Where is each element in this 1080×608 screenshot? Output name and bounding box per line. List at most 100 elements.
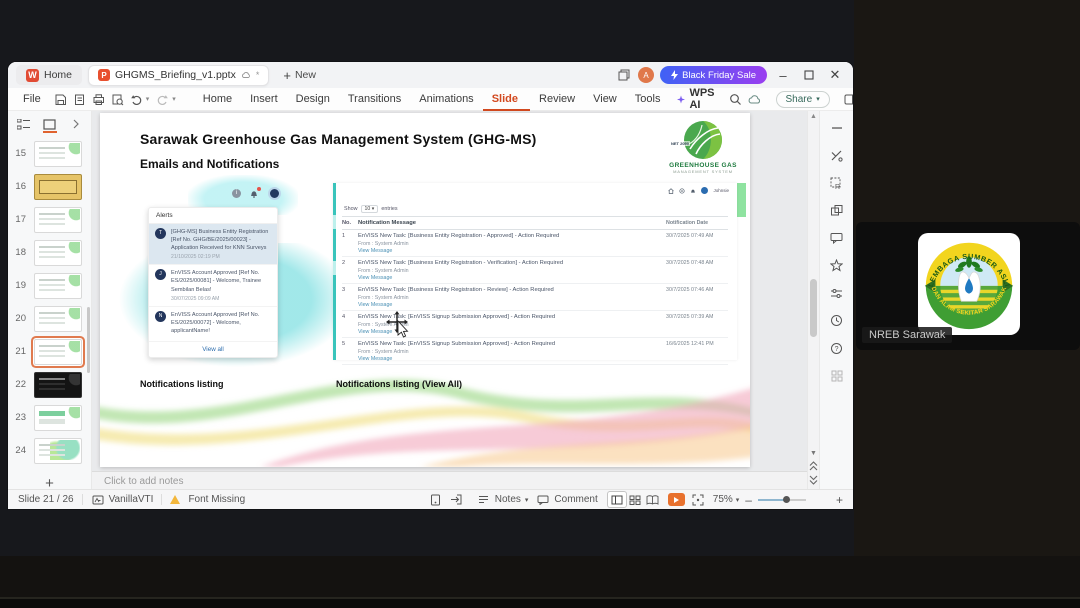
menu-item[interactable]: Design (287, 88, 339, 111)
slide-thumbnail-row[interactable]: 18 (8, 236, 91, 269)
menu-item[interactable]: Slide Show (483, 88, 530, 128)
next-slide-icon[interactable] (809, 475, 818, 485)
undo-icon[interactable] (130, 92, 143, 107)
wps-ai-menu[interactable]: WPS AI (669, 87, 725, 111)
task-window-icon[interactable] (429, 493, 443, 507)
share-button[interactable]: Share ▾ (775, 90, 830, 108)
slide-sorter-button[interactable] (626, 492, 644, 507)
star-icon[interactable] (830, 259, 844, 273)
window-boards-icon[interactable] (616, 67, 632, 83)
slide-thumbnail[interactable] (34, 239, 82, 266)
view-message-link: View Message (358, 275, 393, 281)
redo-icon[interactable] (156, 92, 169, 107)
comment-button[interactable]: Comment (536, 493, 598, 507)
slide-thumbnail-row[interactable]: 17 (8, 203, 91, 236)
slide-thumbnail[interactable] (34, 206, 82, 233)
zoom-level[interactable]: 75% (713, 494, 733, 505)
menu-item[interactable]: Animations (410, 88, 482, 111)
zoom-out-button[interactable]: – (745, 493, 752, 507)
zoom-slider-thumb[interactable] (782, 496, 790, 503)
menu-item[interactable]: Home (194, 88, 241, 111)
zoom-in-button[interactable]: + (836, 493, 843, 507)
print-preview-icon[interactable] (111, 92, 124, 107)
caption-notifications-view-all[interactable]: Notifications listing (View All) (336, 379, 462, 389)
slide-21[interactable]: Sarawak Greenhouse Gas Management System… (100, 113, 750, 467)
slide-thumbnail-row[interactable]: 21 (8, 335, 91, 368)
minimize-button[interactable]: – (773, 66, 793, 84)
slide-thumbnail[interactable] (34, 371, 82, 398)
caption-notifications-listing[interactable]: Notifications listing (140, 379, 224, 389)
sliders-icon[interactable] (830, 286, 844, 300)
previous-slide-icon[interactable] (809, 461, 818, 471)
slide-thumbnail[interactable] (34, 404, 82, 431)
account-avatar[interactable]: A (638, 67, 655, 83)
alerts-dropdown-mock: Alerts T [GHG-MS] Business Entity Regist… (148, 207, 278, 358)
slide-thumbnail-row[interactable]: 19 (8, 269, 91, 302)
cloud-save-icon[interactable] (748, 92, 763, 107)
menu-item[interactable]: Review (530, 88, 584, 111)
reading-view-button[interactable] (644, 492, 662, 507)
editing-canvas[interactable]: Sarawak Greenhouse Gas Management System… (92, 111, 807, 489)
scroll-up-icon[interactable]: ▲ (808, 113, 819, 120)
new-tab-button[interactable]: + New (275, 68, 324, 83)
slide-thumbnail-row[interactable]: 24 (8, 434, 91, 467)
comment-icon[interactable] (830, 231, 844, 245)
menu-item[interactable]: Tools (626, 88, 670, 111)
zoom-slider[interactable] (757, 496, 806, 503)
handoff-icon[interactable] (449, 493, 463, 507)
menu-item[interactable]: View (584, 88, 626, 111)
slide-thumbnail-row[interactable]: 16 (8, 170, 91, 203)
normal-view-button[interactable] (607, 492, 626, 507)
slide-subtitle[interactable]: Emails and Notifications (140, 157, 279, 171)
menu-item[interactable]: Transitions (339, 88, 410, 111)
slide-thumbnail[interactable] (34, 173, 82, 200)
theme-indicator[interactable]: VanillaVTI (91, 493, 153, 507)
history-icon[interactable] (830, 314, 844, 328)
expand-panel-icon[interactable] (69, 116, 83, 132)
undo-chevron-icon[interactable]: ▾ (146, 95, 150, 103)
warning-icon (170, 495, 181, 504)
scrollbar-thumb[interactable] (810, 279, 817, 337)
fit-screen-icon[interactable] (691, 493, 705, 507)
search-icon[interactable] (729, 92, 742, 107)
slide-thumbnail[interactable] (34, 272, 82, 299)
panel-toggle-icon[interactable] (843, 92, 853, 107)
maximize-button[interactable] (799, 66, 819, 84)
home-tab[interactable]: W Home (16, 65, 83, 85)
slide-thumbnail[interactable] (34, 437, 82, 464)
tools-icon[interactable] (830, 149, 844, 163)
help-icon[interactable]: ? (830, 341, 844, 355)
notes-area[interactable]: Click to add notes (92, 471, 807, 489)
close-button[interactable]: ✕ (825, 66, 845, 84)
slide-thumbnail-row[interactable]: 22 (8, 368, 91, 401)
save-icon[interactable] (54, 92, 67, 107)
file-menu[interactable]: File (23, 93, 41, 105)
menu-item[interactable]: Insert (241, 88, 287, 111)
export-icon[interactable] (73, 92, 86, 107)
thumbnail-scrollbar[interactable] (87, 307, 90, 373)
scroll-down-icon[interactable]: ▼ (810, 450, 817, 457)
black-friday-sale-button[interactable]: Black Friday Sale (660, 66, 767, 84)
font-missing-warning[interactable]: Font Missing (170, 494, 245, 505)
slide-thumbnail-row[interactable]: 15 (8, 137, 91, 170)
canvas-scrollbar[interactable]: ▲ ▼ (807, 111, 819, 489)
outline-view-icon[interactable] (17, 116, 31, 132)
apps-grid-icon[interactable] (830, 369, 844, 383)
collapse-rail-icon[interactable] (830, 121, 844, 135)
slideshow-play-button[interactable] (667, 493, 685, 506)
slide-thumbnail-row[interactable]: 23 (8, 401, 91, 434)
slide-thumbnail[interactable] (34, 305, 82, 332)
slide-title[interactable]: Sarawak Greenhouse Gas Management System… (140, 131, 536, 147)
redo-chevron-icon[interactable]: ▾ (172, 95, 176, 103)
participant-video-tile[interactable]: LEMBAGA SUMBER ASLI DAN ALAM SEKITAR SAR… (856, 222, 1080, 350)
selection-icon[interactable]: R (830, 176, 844, 190)
notes-toggle[interactable]: Notes ▾ (477, 493, 528, 507)
zoom-chevron-icon[interactable]: ▾ (736, 496, 740, 504)
slide-thumbnail[interactable] (34, 338, 82, 365)
print-icon[interactable] (92, 92, 105, 107)
slide-thumbnail-row[interactable]: 20 (8, 302, 91, 335)
slide-thumbnail[interactable] (34, 140, 82, 167)
shapes-icon[interactable] (830, 204, 844, 218)
slide-view-icon[interactable] (42, 116, 57, 133)
document-tab[interactable]: P GHGMS_Briefing_v1.pptx * (88, 64, 270, 86)
